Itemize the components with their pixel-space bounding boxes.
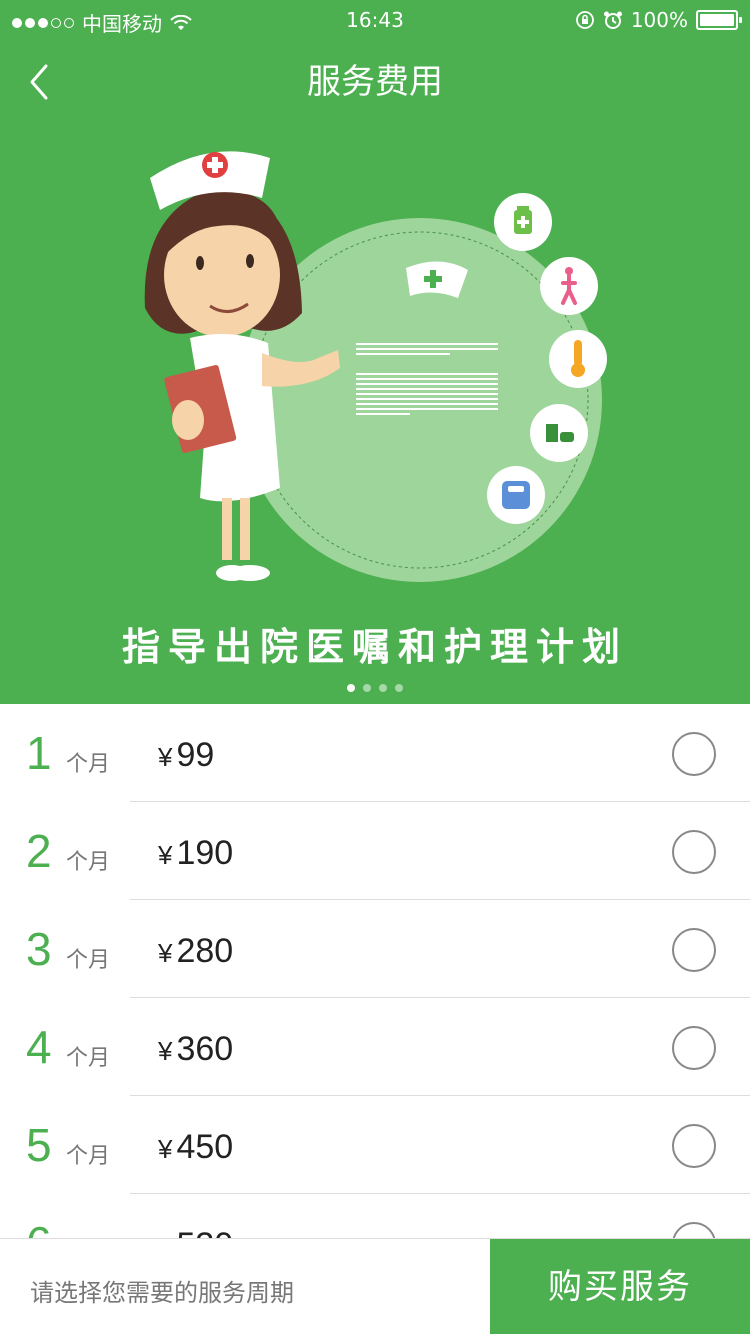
- status-bar: 中国移动 16:43 100%: [0, 0, 750, 40]
- period-months: 3: [26, 923, 52, 975]
- price: ¥360: [158, 1030, 233, 1069]
- carousel-dot[interactable]: [363, 684, 371, 692]
- bottom-bar: 请选择您需要的服务周期 购买服务: [0, 1238, 750, 1334]
- walking-person-icon: [540, 257, 598, 315]
- period-months: 1: [26, 727, 52, 779]
- option-row[interactable]: 4 个月 ¥360: [0, 998, 750, 1096]
- currency-symbol: ¥: [158, 742, 173, 772]
- rotation-lock-icon: [575, 11, 594, 29]
- currency-symbol: ¥: [158, 1036, 173, 1066]
- currency-symbol: ¥: [158, 938, 173, 968]
- option-row[interactable]: 2 个月 ¥190: [0, 802, 750, 900]
- banner-carousel[interactable]: 指导出院医嘱和护理计划: [0, 128, 750, 704]
- price-value: 450: [176, 1128, 234, 1166]
- currency-symbol: ¥: [158, 1134, 173, 1164]
- select-radio[interactable]: [672, 1222, 716, 1238]
- carousel-dot[interactable]: [379, 684, 387, 692]
- period-months: 6: [26, 1216, 52, 1238]
- banner-caption: 指导出院医嘱和护理计划: [121, 625, 628, 669]
- banner-illustration: [144, 151, 607, 582]
- select-radio[interactable]: [672, 830, 716, 874]
- option-row[interactable]: 1 个月 ¥99: [0, 704, 750, 802]
- period-unit: 个月: [66, 1144, 111, 1169]
- price-value: 360: [176, 1030, 234, 1068]
- service-period-list: 1 个月 ¥99 2 个月 ¥190 3 个月 ¥280 4 个月 ¥360 5 个月 ¥450 6个月¥53…: [0, 704, 750, 1238]
- period-unit: 个月: [66, 850, 111, 875]
- medicine-bottle-icon: [494, 193, 552, 251]
- period-unit: 个月: [66, 752, 111, 777]
- option-row[interactable]: 3 个月 ¥280: [0, 900, 750, 998]
- select-radio[interactable]: [672, 1026, 716, 1070]
- period-months: 2: [26, 825, 52, 877]
- price: ¥450: [158, 1128, 233, 1167]
- page-title: 服务费用: [307, 62, 443, 102]
- battery-icon: [696, 10, 742, 30]
- price: ¥530: [158, 1226, 233, 1238]
- select-radio[interactable]: [672, 1124, 716, 1168]
- price-value: 280: [176, 932, 234, 970]
- period-unit: 个月: [66, 948, 111, 973]
- status-right: 100%: [575, 8, 742, 32]
- alarm-icon: [603, 11, 622, 29]
- nav-header: 服务费用: [0, 40, 750, 128]
- period-months: 4: [26, 1021, 52, 1073]
- carousel-dot[interactable]: [395, 684, 403, 692]
- price-value: 99: [176, 736, 215, 774]
- thermometer-icon: [549, 330, 607, 388]
- carousel-dot[interactable]: [347, 684, 355, 692]
- currency-symbol: ¥: [158, 840, 173, 870]
- period-unit: 个月: [66, 1046, 111, 1071]
- price-value: 530: [176, 1226, 233, 1238]
- price: ¥99: [158, 736, 214, 775]
- battery-percent: 100%: [630, 8, 688, 32]
- select-radio[interactable]: [672, 732, 716, 776]
- period-months: 5: [26, 1119, 52, 1171]
- price: ¥190: [158, 834, 233, 873]
- option-row[interactable]: 6个月¥530: [0, 1194, 750, 1238]
- price-value: 190: [176, 834, 234, 872]
- selection-hint: 请选择您需要的服务周期: [30, 1279, 294, 1307]
- food-icon: [530, 404, 588, 462]
- option-row[interactable]: 5 个月 ¥450: [0, 1096, 750, 1194]
- buy-service-button[interactable]: 购买服务: [490, 1239, 750, 1334]
- select-radio[interactable]: [672, 928, 716, 972]
- scale-icon: [487, 466, 545, 524]
- price: ¥280: [158, 932, 233, 971]
- carousel-indicator: [0, 684, 750, 692]
